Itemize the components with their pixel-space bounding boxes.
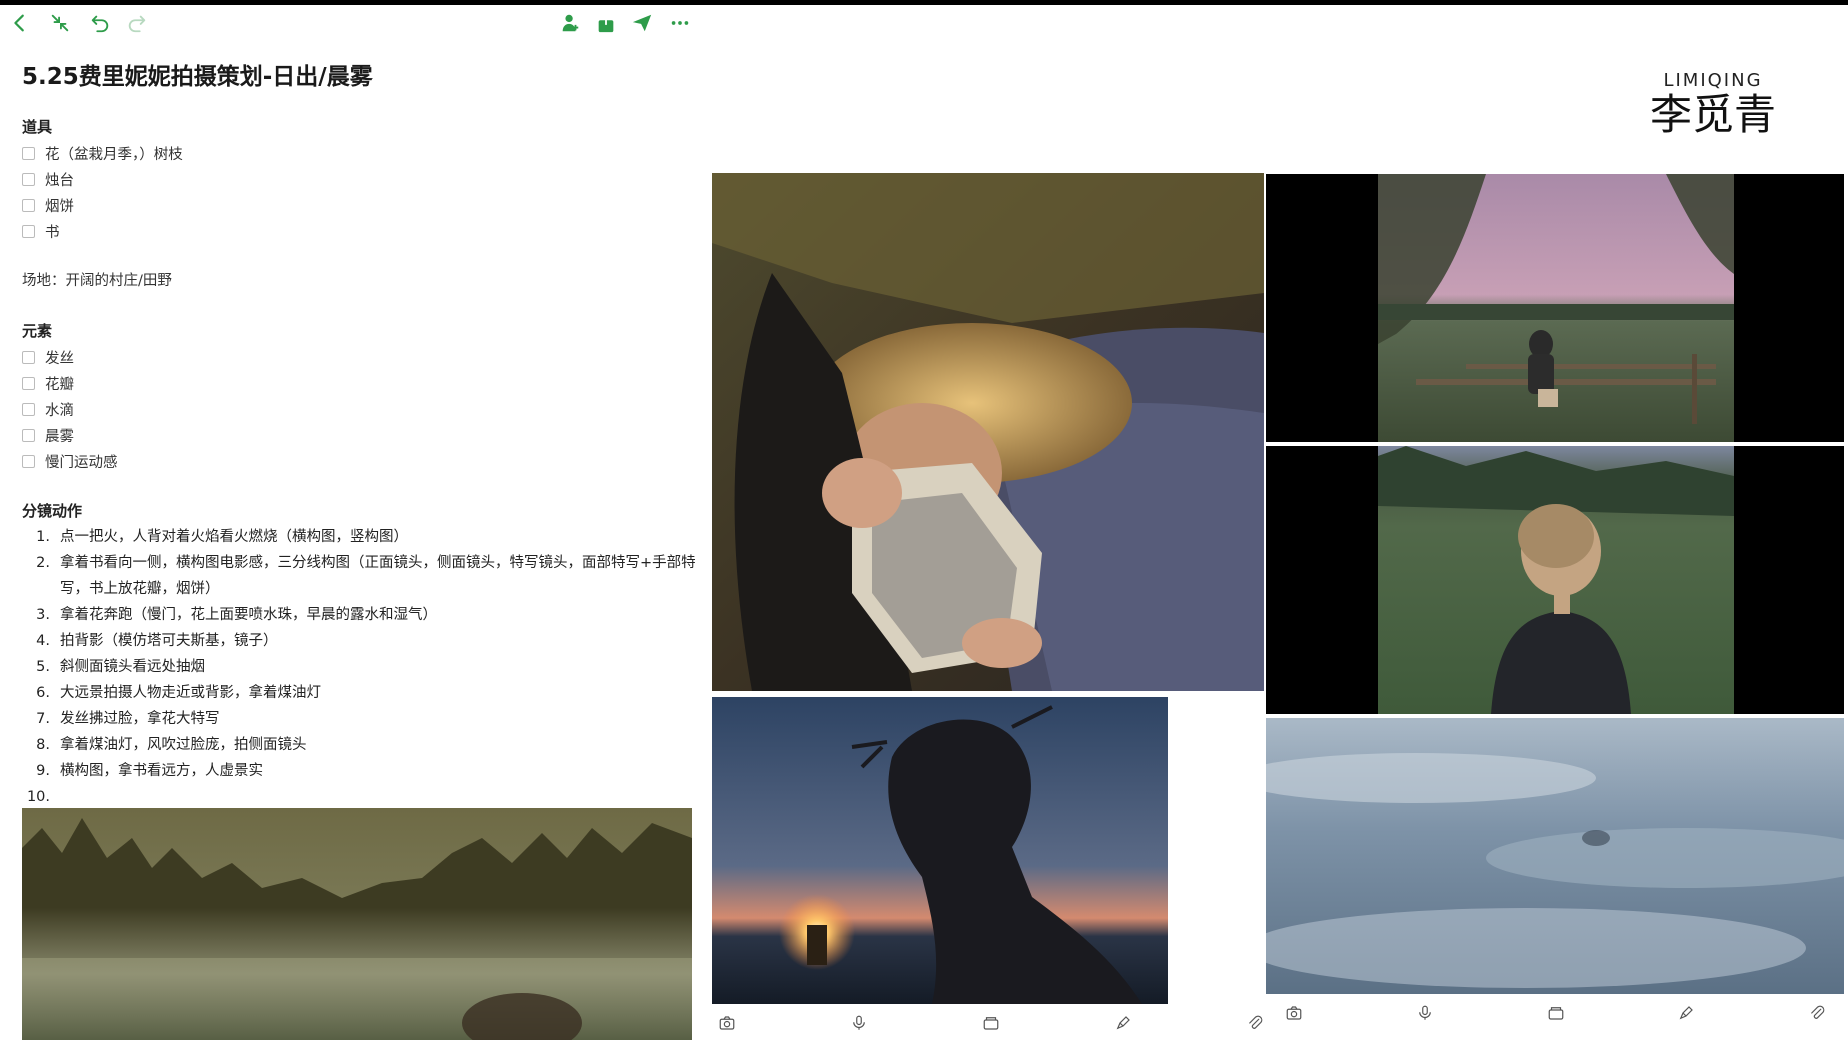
microphone-icon[interactable] [1414,1002,1436,1024]
list-item: 3. 拿着花奔跑（慢门，花上面要喷水珠，早晨的露水和湿气） [36,607,437,623]
camera-icon[interactable] [1283,1002,1305,1024]
window-top-edge [0,0,1848,5]
checkbox[interactable] [22,146,35,160]
props-heading: 道具 [22,118,53,136]
camera-icon[interactable] [716,1012,738,1034]
more-icon[interactable] [665,8,695,38]
back-icon[interactable] [5,8,35,38]
page-title[interactable]: 5.25费里妮妮拍摄策划-日出/晨雾 [22,60,702,94]
pen-icon[interactable] [1112,1012,1134,1034]
elements-heading: 元素 [22,322,53,340]
venue-text: 场地：开阔的村庄/田野 [22,273,172,289]
top-toolbar [0,8,712,42]
collapse-icon[interactable] [45,8,75,38]
share-icon[interactable] [591,8,621,38]
paperclip-icon[interactable] [1244,1012,1266,1034]
checkbox[interactable] [22,376,35,390]
checklist-item: 慢门运动感 [22,448,702,474]
checkbox[interactable] [22,428,35,442]
lantern-girl-photo [712,697,1168,1004]
checklist-item: 花（盆栽月季，）树枝 [22,140,702,166]
list-item: 4. 拍背影（模仿塔可夫斯基，镜子） [36,633,278,649]
checkbox[interactable] [22,224,35,238]
checkbox[interactable] [22,172,35,186]
checklist-item: 烛台 [22,166,702,192]
list-item: 7. 发丝拂过脸，拿花大特写 [36,711,220,727]
note-document[interactable]: 5.25费里妮妮拍摄策划-日出/晨雾 道具 花（盆栽月季，）树枝 烛台 烟饼 书… [22,60,702,810]
paperclip-icon[interactable] [1806,1002,1828,1024]
brand-chinese-text: 李觅青 [1649,90,1776,139]
folder-icon[interactable] [980,1012,1002,1034]
misty-forest-photo [22,808,692,1040]
folder-icon[interactable] [1545,1002,1567,1024]
elements-checklist: 发丝 花瓣 水滴 晨雾 慢门运动感 [22,344,702,474]
list-item: 6. 大远景拍摄人物走近或背影，拿着煤油灯 [36,685,321,701]
checkbox[interactable] [22,454,35,468]
checkbox[interactable] [22,350,35,364]
checklist-item: 水滴 [22,396,702,422]
field-woman-photo [1266,446,1844,714]
list-item: 8. 拿着煤油灯，风吹过脸庞，拍侧面镜头 [36,737,307,753]
shots-heading: 分镜动作 [22,502,83,520]
redo-icon[interactable] [122,8,152,38]
reading-girl-photo [712,173,1264,691]
list-item: 9. 横构图，拿书看远方，人虚景实 [36,763,263,779]
undo-icon[interactable] [85,8,115,38]
checklist-item: 晨雾 [22,422,702,448]
add-collaborator-icon[interactable] [555,8,585,38]
brand-logo: LIMIQING 李觅青 [1650,70,1776,139]
checkbox[interactable] [22,402,35,416]
props-checklist: 花（盆栽月季，）树枝 烛台 烟饼 书 [22,140,702,244]
microphone-icon[interactable] [848,1012,870,1034]
send-icon[interactable] [627,8,657,38]
checklist-item: 烟饼 [22,192,702,218]
checklist-item: 花瓣 [22,370,702,396]
fence-woman-photo [1266,174,1844,442]
water-blur-photo [1266,718,1844,994]
bottom-toolbar [716,1005,1266,1041]
checkbox[interactable] [22,198,35,212]
checklist-item: 发丝 [22,344,702,370]
list-item: 10. [26,789,50,805]
pen-icon[interactable] [1675,1002,1697,1024]
checklist-item: 书 [22,218,702,244]
list-item: 5. 斜侧面镜头看远处抽烟 [36,659,205,675]
list-item: 2. 拿着书看向一侧，横构图电影感，三分线构图（正面镜头，侧面镜头，特写镜头，面部… [36,555,696,597]
list-item: 1. 点一把火，人背对着火焰看火燃烧（横构图，竖构图） [36,529,408,545]
brand-latin-text: LIMIQING [1663,70,1763,91]
bottom-toolbar-secondary [1283,995,1828,1031]
shots-list: 1. 点一把火，人背对着火焰看火燃烧（横构图，竖构图） 2. 拿着书看向一侧，横构图… [22,524,702,810]
